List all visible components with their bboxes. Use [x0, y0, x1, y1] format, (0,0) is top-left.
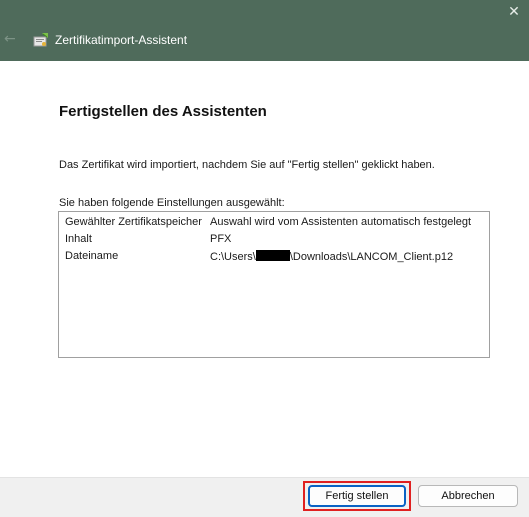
window-title: Zertifikatimport-Assistent — [55, 33, 188, 47]
back-button[interactable]: ← — [4, 31, 20, 47]
settings-value: Auswahl wird vom Assistenten automatisch… — [210, 216, 472, 228]
settings-key: Dateiname — [65, 250, 119, 262]
close-button[interactable]: ✕ — [499, 0, 529, 24]
close-icon: ✕ — [508, 4, 520, 20]
back-arrow-icon: ← — [4, 31, 16, 47]
settings-key: Gewählter Zertifikatspeicher — [65, 216, 202, 228]
redacted-username — [255, 250, 290, 261]
certificate-wizard-icon — [33, 33, 48, 47]
description-text: Das Zertifikat wird importiert, nachdem … — [59, 159, 435, 171]
settings-list[interactable]: Gewählter Zertifikatspeicher Auswahl wir… — [58, 211, 490, 358]
certificate-import-wizard-window: ✕ ← Zertifikatimport-Assistent Fertigste… — [0, 0, 529, 517]
cancel-button[interactable]: Abbrechen — [418, 485, 518, 507]
settings-value: PFX — [210, 233, 232, 245]
page-title: Fertigstellen des Assistenten — [59, 103, 267, 120]
settings-label: Sie haben folgende Einstellungen ausgewä… — [59, 197, 285, 209]
title-bar: ✕ ← Zertifikatimport-Assistent — [0, 0, 529, 61]
finish-button[interactable]: Fertig stellen — [308, 485, 406, 507]
settings-key: Inhalt — [65, 233, 92, 245]
settings-value: C:\Users\ \Downloads\LANCOM_Client.p12 — [210, 250, 453, 263]
file-path-prefix: C:\Users\ — [210, 251, 256, 263]
file-path-suffix: \Downloads\LANCOM_Client.p12 — [289, 251, 454, 263]
